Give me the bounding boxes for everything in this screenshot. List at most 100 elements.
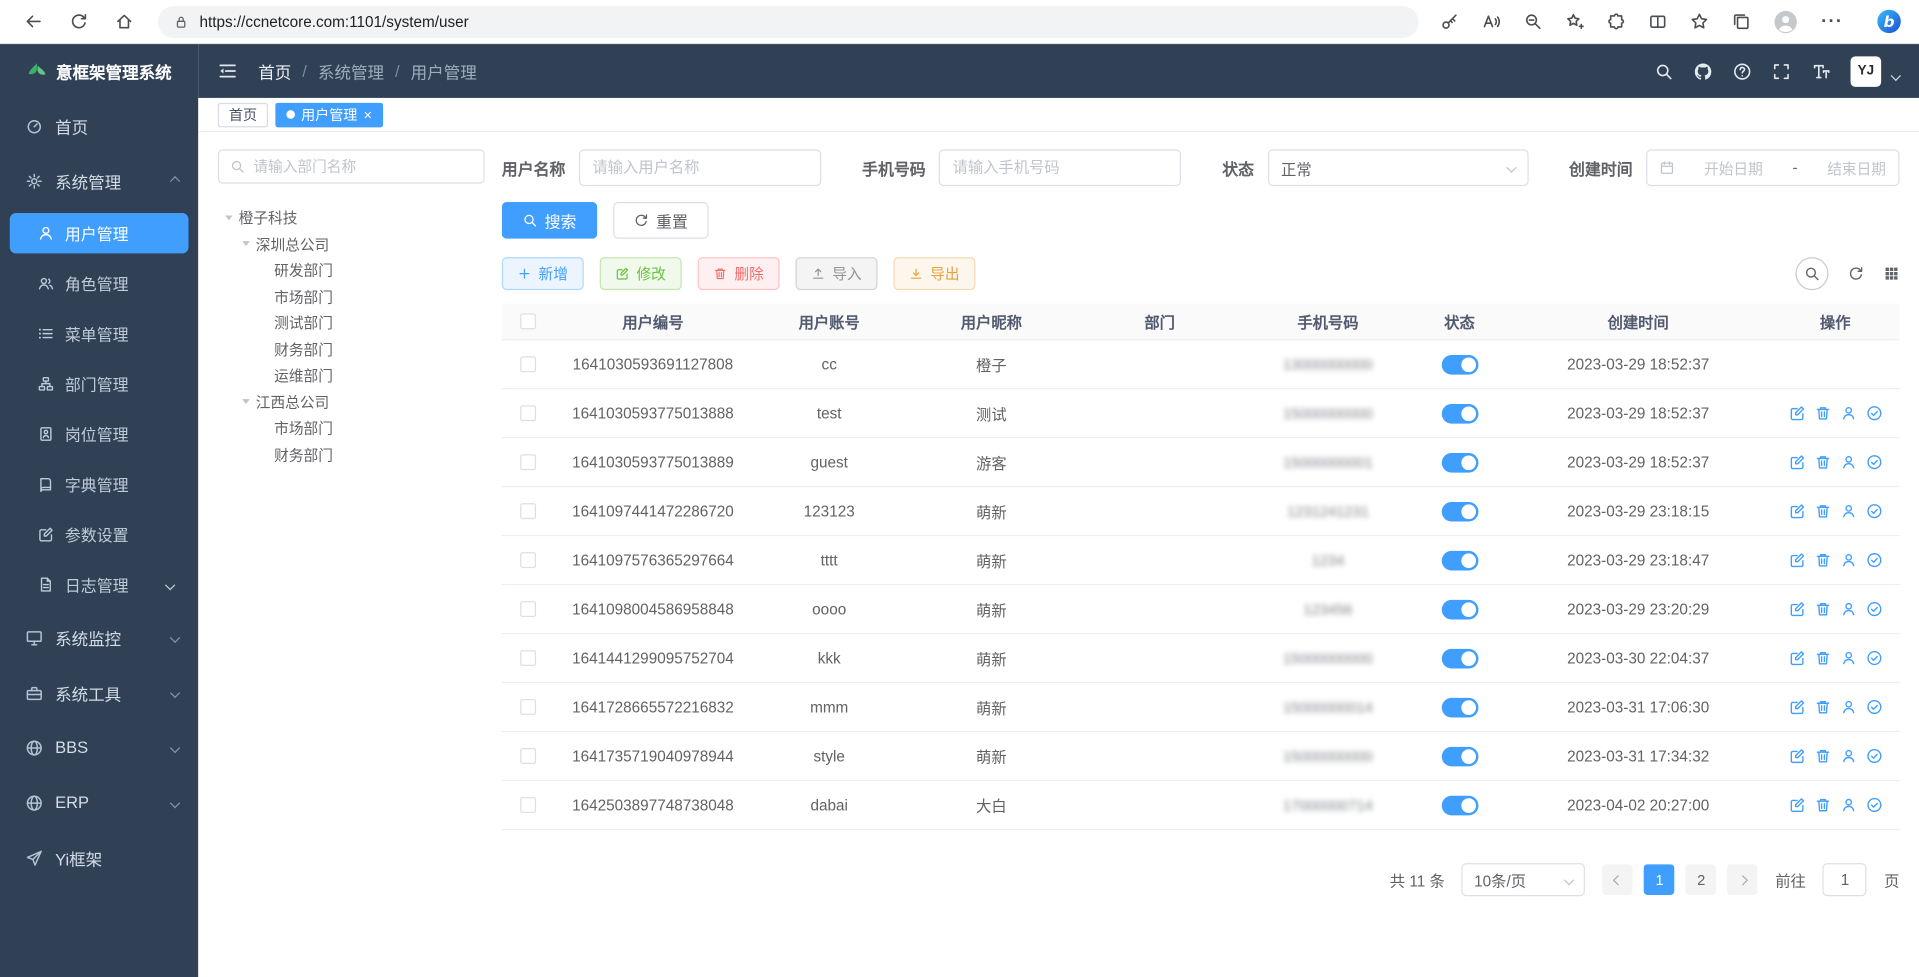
- username-input[interactable]: [579, 149, 821, 186]
- reset-password-icon[interactable]: [1840, 699, 1856, 715]
- collections-icon[interactable]: [1732, 12, 1750, 30]
- refresh-icon[interactable]: [70, 12, 88, 30]
- row-checkbox[interactable]: [520, 601, 536, 617]
- tree-node[interactable]: 江西总公司: [218, 389, 485, 415]
- reset-password-icon[interactable]: [1840, 650, 1856, 666]
- extensions-icon[interactable]: [1607, 12, 1625, 30]
- sidebar-item-bbs[interactable]: BBS: [0, 720, 198, 775]
- caret-down-icon[interactable]: [225, 215, 232, 220]
- assign-role-icon[interactable]: [1866, 748, 1882, 764]
- dept-search[interactable]: [218, 149, 485, 183]
- row-checkbox[interactable]: [520, 503, 536, 519]
- page-size-select[interactable]: 10条/页: [1462, 863, 1586, 896]
- page-button-1[interactable]: 1: [1644, 864, 1675, 895]
- edit-button[interactable]: 修改: [600, 257, 682, 290]
- prev-page-button[interactable]: [1603, 864, 1634, 895]
- sidebar-item-role-mgmt[interactable]: 角色管理: [0, 258, 198, 308]
- search-icon[interactable]: [1655, 62, 1673, 80]
- tree-node[interactable]: 市场部门: [218, 415, 485, 441]
- tab-user[interactable]: 用户管理×: [275, 102, 383, 126]
- github-icon[interactable]: [1694, 62, 1712, 80]
- assign-role-icon[interactable]: [1866, 650, 1882, 666]
- row-checkbox[interactable]: [520, 405, 536, 421]
- copilot-icon[interactable]: b: [1876, 9, 1902, 35]
- edit-icon[interactable]: [1789, 699, 1805, 715]
- page-button-2[interactable]: 2: [1686, 864, 1717, 895]
- profile-icon[interactable]: [1773, 9, 1797, 33]
- delete-icon[interactable]: [1814, 454, 1830, 470]
- delete-icon[interactable]: [1814, 601, 1830, 617]
- delete-icon[interactable]: [1814, 552, 1830, 568]
- edit-icon[interactable]: [1789, 650, 1805, 666]
- sidebar-item-home[interactable]: 首页: [0, 98, 198, 153]
- status-toggle[interactable]: [1441, 550, 1478, 570]
- fullscreen-icon[interactable]: [1772, 62, 1790, 80]
- row-checkbox[interactable]: [520, 454, 536, 470]
- status-toggle[interactable]: [1441, 795, 1478, 815]
- next-page-button[interactable]: [1727, 864, 1758, 895]
- row-checkbox[interactable]: [520, 356, 536, 372]
- date-range-picker[interactable]: 开始日期 - 结束日期: [1646, 149, 1899, 186]
- font-size-icon[interactable]: [1811, 62, 1829, 80]
- delete-icon[interactable]: [1814, 748, 1830, 764]
- sidebar-item-erp[interactable]: ERP: [0, 775, 198, 830]
- delete-icon[interactable]: [1814, 405, 1830, 421]
- reset-password-icon[interactable]: [1840, 797, 1856, 813]
- user-avatar[interactable]: YJ: [1851, 56, 1882, 87]
- sidebar-item-yi[interactable]: Yi框架: [0, 830, 198, 885]
- reset-password-icon[interactable]: [1840, 552, 1856, 568]
- edit-icon[interactable]: [1789, 503, 1805, 519]
- status-toggle[interactable]: [1441, 354, 1478, 374]
- collapse-icon[interactable]: [218, 61, 238, 81]
- assign-role-icon[interactable]: [1866, 454, 1882, 470]
- split-screen-icon[interactable]: [1649, 12, 1667, 30]
- status-toggle[interactable]: [1441, 746, 1478, 766]
- grid-button[interactable]: [1884, 266, 1900, 282]
- sidebar-item-dept-mgmt[interactable]: 部门管理: [0, 359, 198, 409]
- row-checkbox[interactable]: [520, 650, 536, 666]
- address-bar[interactable]: https://ccnetcore.com:1101/system/user: [158, 6, 1419, 38]
- row-checkbox[interactable]: [520, 552, 536, 568]
- select-all-checkbox[interactable]: [520, 313, 536, 329]
- reset-password-icon[interactable]: [1840, 601, 1856, 617]
- home-icon[interactable]: [115, 12, 133, 30]
- assign-role-icon[interactable]: [1866, 503, 1882, 519]
- import-button[interactable]: 导入: [796, 257, 878, 290]
- row-checkbox[interactable]: [520, 748, 536, 764]
- reset-password-icon[interactable]: [1840, 405, 1856, 421]
- breadcrumb-item[interactable]: 系统管理: [318, 59, 384, 83]
- tree-node[interactable]: 研发部门: [218, 257, 485, 283]
- status-toggle[interactable]: [1441, 403, 1478, 423]
- breadcrumb-item[interactable]: 首页: [258, 59, 291, 83]
- phone-input[interactable]: [939, 149, 1181, 186]
- reset-password-icon[interactable]: [1840, 454, 1856, 470]
- edit-icon[interactable]: [1789, 601, 1805, 617]
- close-icon[interactable]: ×: [363, 107, 372, 122]
- assign-role-icon[interactable]: [1866, 405, 1882, 421]
- refresh-button[interactable]: [1848, 266, 1864, 282]
- dept-search-input[interactable]: [253, 158, 472, 175]
- assign-role-icon[interactable]: [1866, 797, 1882, 813]
- tree-node[interactable]: 市场部门: [218, 283, 485, 309]
- read-aloud-icon[interactable]: [1482, 12, 1500, 30]
- goto-page-input[interactable]: [1823, 863, 1867, 896]
- tree-node[interactable]: 运维部门: [218, 362, 485, 388]
- assign-role-icon[interactable]: [1866, 699, 1882, 715]
- sidebar-item-tools[interactable]: 系统工具: [0, 665, 198, 720]
- tree-node[interactable]: 财务部门: [218, 336, 485, 362]
- caret-down-icon[interactable]: [242, 241, 249, 246]
- add-button[interactable]: 新增: [502, 257, 584, 290]
- status-toggle[interactable]: [1441, 501, 1478, 521]
- tab-home[interactable]: 首页: [218, 102, 268, 126]
- tree-node[interactable]: 财务部门: [218, 441, 485, 467]
- status-select[interactable]: 正常: [1268, 149, 1529, 186]
- delete-icon[interactable]: [1814, 699, 1830, 715]
- tree-node[interactable]: 深圳总公司: [218, 231, 485, 257]
- reset-password-icon[interactable]: [1840, 503, 1856, 519]
- edit-icon[interactable]: [1789, 405, 1805, 421]
- status-toggle[interactable]: [1441, 452, 1478, 472]
- back-icon[interactable]: [24, 12, 42, 30]
- edit-icon[interactable]: [1789, 797, 1805, 813]
- help-icon[interactable]: [1733, 62, 1751, 80]
- status-toggle[interactable]: [1441, 599, 1478, 619]
